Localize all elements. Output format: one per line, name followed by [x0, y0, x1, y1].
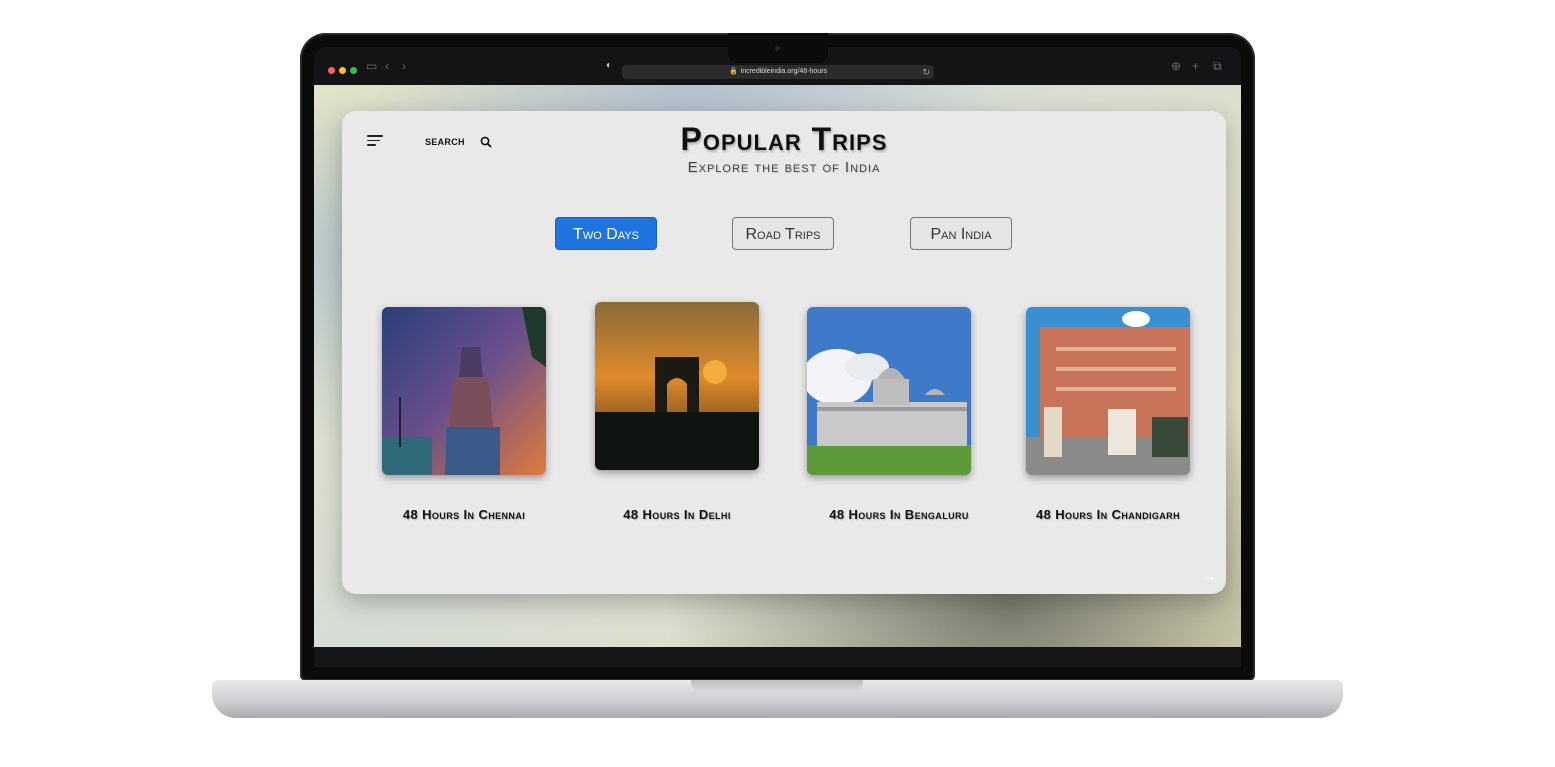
arrow-right-icon[interactable]: → [1200, 565, 1218, 586]
chevron-left-icon[interactable]: ‹ [385, 60, 389, 72]
bengaluru-vidhana-soudha-image[interactable] [807, 307, 971, 475]
tab-road-trips[interactable]: Road Trips [732, 217, 834, 250]
destination-label-bengaluru[interactable]: 48 Hours In Bengaluru [777, 507, 1021, 522]
maximize-window-button[interactable] [350, 67, 357, 74]
reload-icon[interactable]: ↻ [922, 65, 930, 79]
address-bar[interactable]: 🔒 incredibleindia.org/48-hours ↻ [622, 65, 934, 79]
page-title: Popular Trips [680, 121, 888, 157]
tab-two-days[interactable]: Two Days [555, 217, 657, 250]
camera-notch [728, 33, 828, 63]
camera-icon [775, 46, 780, 51]
destination-label-delhi[interactable]: 48 Hours In Delhi [555, 507, 799, 522]
popular-trips-card: SEARCH Popular Trips Explore the best of… [342, 111, 1226, 594]
chevron-right-icon[interactable]: › [402, 60, 406, 72]
tabs-overview-icon[interactable]: ⧉ [1213, 60, 1222, 72]
screen-bezel-bottom [314, 647, 1241, 667]
laptop-base [212, 680, 1343, 718]
destination-card-delhi[interactable]: 48 Hours In Delhi [595, 302, 759, 522]
tab-pan-india[interactable]: Pan India [910, 217, 1012, 250]
page-subtitle: Explore the best of India [687, 159, 881, 176]
delhi-india-gate-image[interactable] [595, 302, 759, 470]
close-window-button[interactable] [328, 67, 335, 74]
chennai-temple-image[interactable] [382, 307, 546, 475]
laptop-lid: ▭ ‹ › ◐ 🔒 incredibleindia.org/48-hours ↻ … [300, 33, 1255, 681]
destination-card-chennai[interactable]: 48 Hours In Chennai [382, 307, 546, 522]
destination-label-chandigarh[interactable]: 48 Hours In Chandigarh [986, 507, 1230, 522]
destination-label-chennai[interactable]: 48 Hours In Chennai [342, 507, 586, 522]
sidebar-icon[interactable]: ▭ [366, 60, 377, 72]
minimize-window-button[interactable] [339, 67, 346, 74]
url-text: incredibleindia.org/48-hours [740, 68, 828, 75]
plus-icon[interactable]: + [1192, 60, 1199, 72]
destination-card-bengaluru[interactable]: 48 Hours In Bengaluru [807, 307, 971, 522]
shield-icon[interactable]: ◐ [606, 60, 612, 72]
destination-card-chandigarh[interactable]: 48 Hours In Chandigarh [1026, 307, 1190, 522]
browser-viewport: SEARCH Popular Trips Explore the best of… [314, 85, 1241, 647]
download-icon[interactable]: ⊕ [1171, 60, 1181, 72]
chandigarh-palace-image[interactable] [1026, 307, 1190, 475]
lock-icon: 🔒 [728, 68, 738, 75]
lid-opening-notch [691, 680, 863, 692]
